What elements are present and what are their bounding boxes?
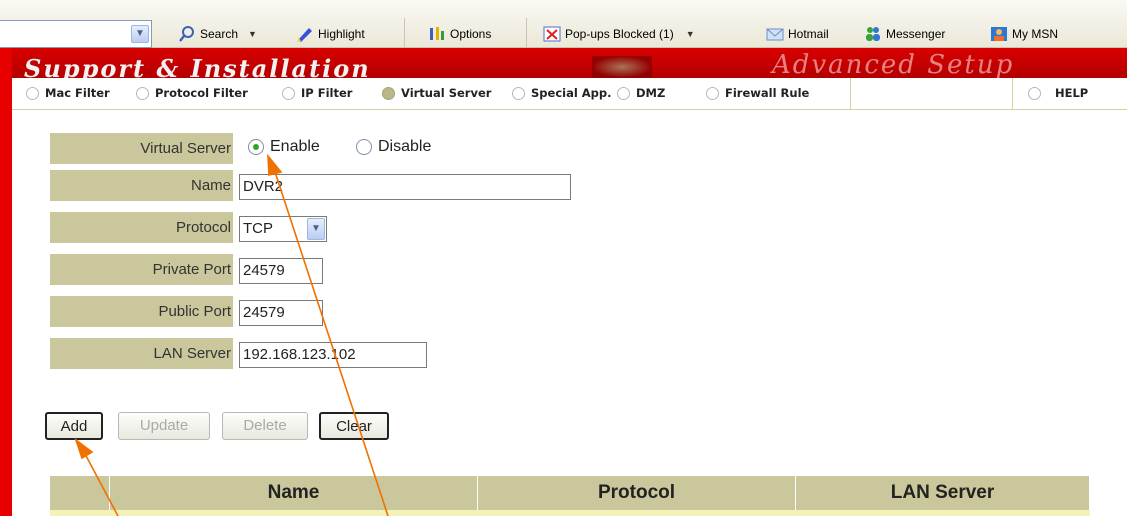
my-msn-button[interactable]: My MSN [990,22,1058,46]
hotmail-button[interactable]: Hotmail [766,22,829,46]
protocol-select[interactable]: TCP ▼ [239,216,327,242]
banner-logo-text: Support & Installation [24,54,371,78]
virtual-server-label: Virtual Server [50,133,233,164]
table-header-protocol: Protocol [478,476,796,510]
protocol-label: Protocol [50,212,233,243]
popups-blocked-label: Pop-ups Blocked (1) [565,27,674,41]
tab-divider [850,78,851,110]
radio-icon [282,86,295,100]
disable-radio[interactable]: Disable [356,138,431,156]
popups-blocked-button[interactable]: Pop-ups Blocked (1) ▼ [543,22,695,46]
chevron-down-icon[interactable]: ▼ [307,218,325,240]
tab-dmz[interactable]: DMZ [617,86,665,100]
search-dropdown-icon[interactable]: ▼ [248,29,257,39]
highlight-icon [296,25,314,43]
help-label: HELP [1055,86,1089,100]
tab-label: IP Filter [301,86,353,100]
lan-server-label: LAN Server [50,338,233,369]
virtual-server-table-header: Name Protocol LAN Server [50,476,1090,510]
tab-protocol-filter[interactable]: Protocol Filter [136,86,248,100]
tab-label: Virtual Server [401,86,492,100]
tab-divider [1012,78,1013,110]
hotmail-label: Hotmail [788,27,829,41]
tab-label: Protocol Filter [155,86,248,100]
radio-icon [512,86,525,100]
my-msn-label: My MSN [1012,27,1058,41]
private-port-row: Private Port 24579 [50,254,650,285]
public-port-label: Public Port [50,296,233,327]
radio-icon [26,86,39,100]
radio-icon [356,139,372,155]
public-port-input[interactable]: 24579 [239,300,323,326]
search-button[interactable]: Search ▼ [178,22,257,46]
messenger-label: Messenger [886,27,946,41]
browser-toolbar: ▼ Search ▼ Highlight Options Pop-ups Blo… [0,0,1127,48]
update-button[interactable]: Update [118,412,210,440]
table-header-lan-server: LAN Server [796,476,1090,510]
page-left-border [0,48,12,516]
hotmail-icon [766,25,784,43]
tab-label: Mac Filter [45,86,110,100]
tab-label: Special App. [531,86,612,100]
popups-dropdown-icon[interactable]: ▼ [686,29,695,39]
radio-icon [617,86,630,100]
radio-icon [1028,86,1041,100]
tab-ip-filter[interactable]: IP Filter [282,86,352,100]
search-icon [178,25,196,43]
radio-selected-icon [382,86,395,100]
annotation-arrowhead-add [74,437,94,460]
help-tab[interactable]: HELP [1028,86,1088,100]
toolbar-divider [526,18,527,48]
options-button[interactable]: Options [428,22,491,46]
add-button[interactable]: Add [45,412,103,440]
protocol-row: Protocol TCP ▼ [50,212,650,243]
clear-button[interactable]: Clear [319,412,389,440]
disable-label: Disable [378,138,432,155]
popup-blocker-icon [543,25,561,43]
table-row [50,510,1090,516]
options-label: Options [450,27,492,41]
chevron-down-icon[interactable]: ▼ [131,25,149,43]
banner-graphic [592,56,652,78]
highlight-label: Highlight [318,27,365,41]
lan-server-row: LAN Server 192.168.123.102 [50,338,650,369]
enable-radio[interactable]: Enable [248,138,320,156]
private-port-input[interactable]: 24579 [239,258,323,284]
name-row: Name DVR2 [50,170,650,201]
tab-label: Firewall Rule [725,86,810,100]
protocol-value: TCP [243,220,273,237]
virtual-server-row: Virtual Server Enable Disable [50,133,1050,164]
tab-firewall-rule[interactable]: Firewall Rule [706,86,809,100]
messenger-button[interactable]: Messenger [864,22,945,46]
msn-icon [990,25,1008,43]
name-label: Name [50,170,233,201]
enable-label: Enable [270,138,320,155]
tab-virtual-server[interactable]: Virtual Server [382,86,491,100]
search-label: Search [200,27,239,41]
tab-mac-filter[interactable]: Mac Filter [26,86,110,100]
name-input[interactable]: DVR2 [239,174,571,200]
banner-logo-text: Advanced Setup [772,50,1015,78]
tab-bar: Mac Filter Protocol Filter IP Filter Vir… [12,78,1127,110]
highlight-button[interactable]: Highlight [296,22,365,46]
page-banner: Support & Installation Advanced Setup [12,48,1127,78]
lan-server-input[interactable]: 192.168.123.102 [239,342,427,368]
delete-button[interactable]: Delete [222,412,308,440]
radio-checked-icon [248,139,264,155]
private-port-label: Private Port [50,254,233,285]
messenger-icon [864,25,882,43]
address-combo[interactable]: ▼ [0,20,152,48]
public-port-row: Public Port 24579 [50,296,650,327]
radio-icon [706,86,719,100]
options-icon [428,25,446,43]
toolbar-divider [404,18,405,48]
table-header-name: Name [110,476,478,510]
tab-special-app[interactable]: Special App. [512,86,612,100]
tab-label: DMZ [636,86,666,100]
table-header-cell [50,476,110,510]
radio-icon [136,86,149,100]
